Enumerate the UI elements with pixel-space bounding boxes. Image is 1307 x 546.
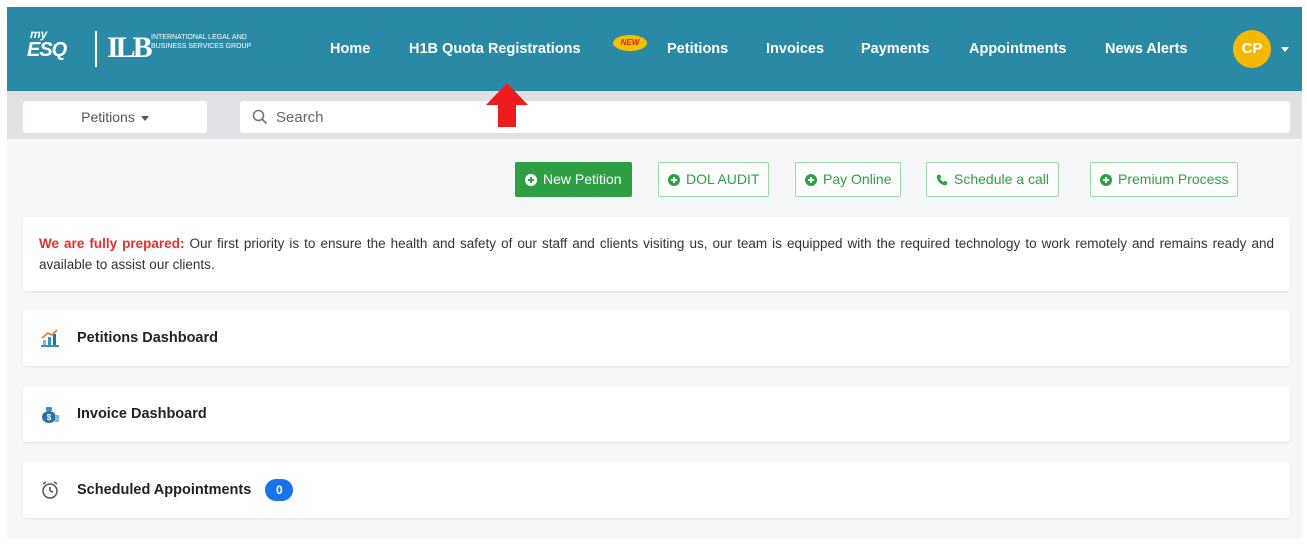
logo-divider: [95, 31, 97, 67]
avatar[interactable]: CP: [1233, 30, 1271, 68]
invoice-dashboard-title: Invoice Dashboard: [77, 406, 207, 422]
notice-heading: We are fully prepared:: [39, 236, 185, 251]
notice-text: Our first priority is to ensure the heal…: [39, 236, 1274, 272]
plus-circle-icon: [805, 173, 817, 186]
chart-growth-icon: [39, 327, 61, 349]
logo-org-text: INTERNATIONAL LEGAL AND BUSINESS SERVICE…: [151, 34, 252, 50]
search-scope-dropdown[interactable]: Petitions: [23, 101, 207, 133]
nav-item-home[interactable]: Home: [330, 7, 370, 91]
nav-item-invoices[interactable]: Invoices: [766, 7, 824, 91]
alarm-clock-icon: [39, 479, 61, 501]
app-frame: my ESQ ILB INTERNATIONAL LEGAL AND BUSIN…: [7, 7, 1302, 539]
schedule-call-label: Schedule a call: [954, 171, 1049, 187]
nav-item-petitions[interactable]: Petitions: [667, 7, 728, 91]
pay-online-label: Pay Online: [823, 171, 892, 187]
svg-text:$: $: [47, 413, 52, 422]
caret-down-icon: [140, 115, 149, 121]
new-petition-button[interactable]: New Petition: [515, 162, 632, 197]
new-badge: NEW: [613, 35, 647, 51]
money-bag-icon: $: [39, 403, 61, 425]
chevron-down-icon[interactable]: [1281, 47, 1289, 52]
scheduled-appointments-title: Scheduled Appointments: [77, 482, 252, 498]
red-arrow-annotation: [486, 83, 528, 127]
top-navbar: my ESQ ILB INTERNATIONAL LEGAL AND BUSIN…: [7, 7, 1302, 91]
plus-circle-icon: [668, 173, 680, 186]
petitions-dashboard-card[interactable]: Petitions Dashboard: [23, 310, 1290, 366]
logo-esq-text: ESQ: [27, 39, 67, 61]
plus-circle-icon: [525, 173, 537, 186]
scheduled-appointments-card[interactable]: Scheduled Appointments 0: [23, 462, 1290, 518]
nav-item-news-alerts[interactable]: News Alerts: [1105, 7, 1187, 91]
petitions-dashboard-title: Petitions Dashboard: [77, 330, 218, 346]
search-input[interactable]: [276, 108, 1256, 126]
nav-item-h1b-quota-registrations[interactable]: H1B Quota Registrations: [409, 7, 581, 91]
nav-item-payments[interactable]: Payments: [861, 7, 930, 91]
schedule-call-button[interactable]: Schedule a call: [926, 162, 1059, 197]
search-icon: [250, 107, 270, 127]
search-scope-label: Petitions: [81, 109, 135, 125]
nav-item-appointments[interactable]: Appointments: [969, 7, 1066, 91]
premium-process-button[interactable]: Premium Process: [1090, 162, 1239, 197]
phone-icon: [936, 174, 948, 185]
dol-audit-button[interactable]: DOL AUDIT: [658, 162, 770, 197]
pay-online-button[interactable]: Pay Online: [795, 162, 902, 197]
plus-circle-icon: [1100, 173, 1112, 186]
premium-process-label: Premium Process: [1118, 171, 1229, 187]
invoice-dashboard-card[interactable]: $ Invoice Dashboard: [23, 386, 1290, 442]
logo-ilb-text: ILB: [107, 31, 153, 64]
search-bar: Petitions: [7, 91, 1302, 139]
appointments-count-badge: 0: [265, 479, 294, 501]
notice-card: We are fully prepared: Our first priorit…: [23, 217, 1290, 291]
new-petition-label: New Petition: [543, 171, 622, 187]
search-box: [240, 101, 1290, 133]
dol-audit-label: DOL AUDIT: [686, 171, 760, 187]
